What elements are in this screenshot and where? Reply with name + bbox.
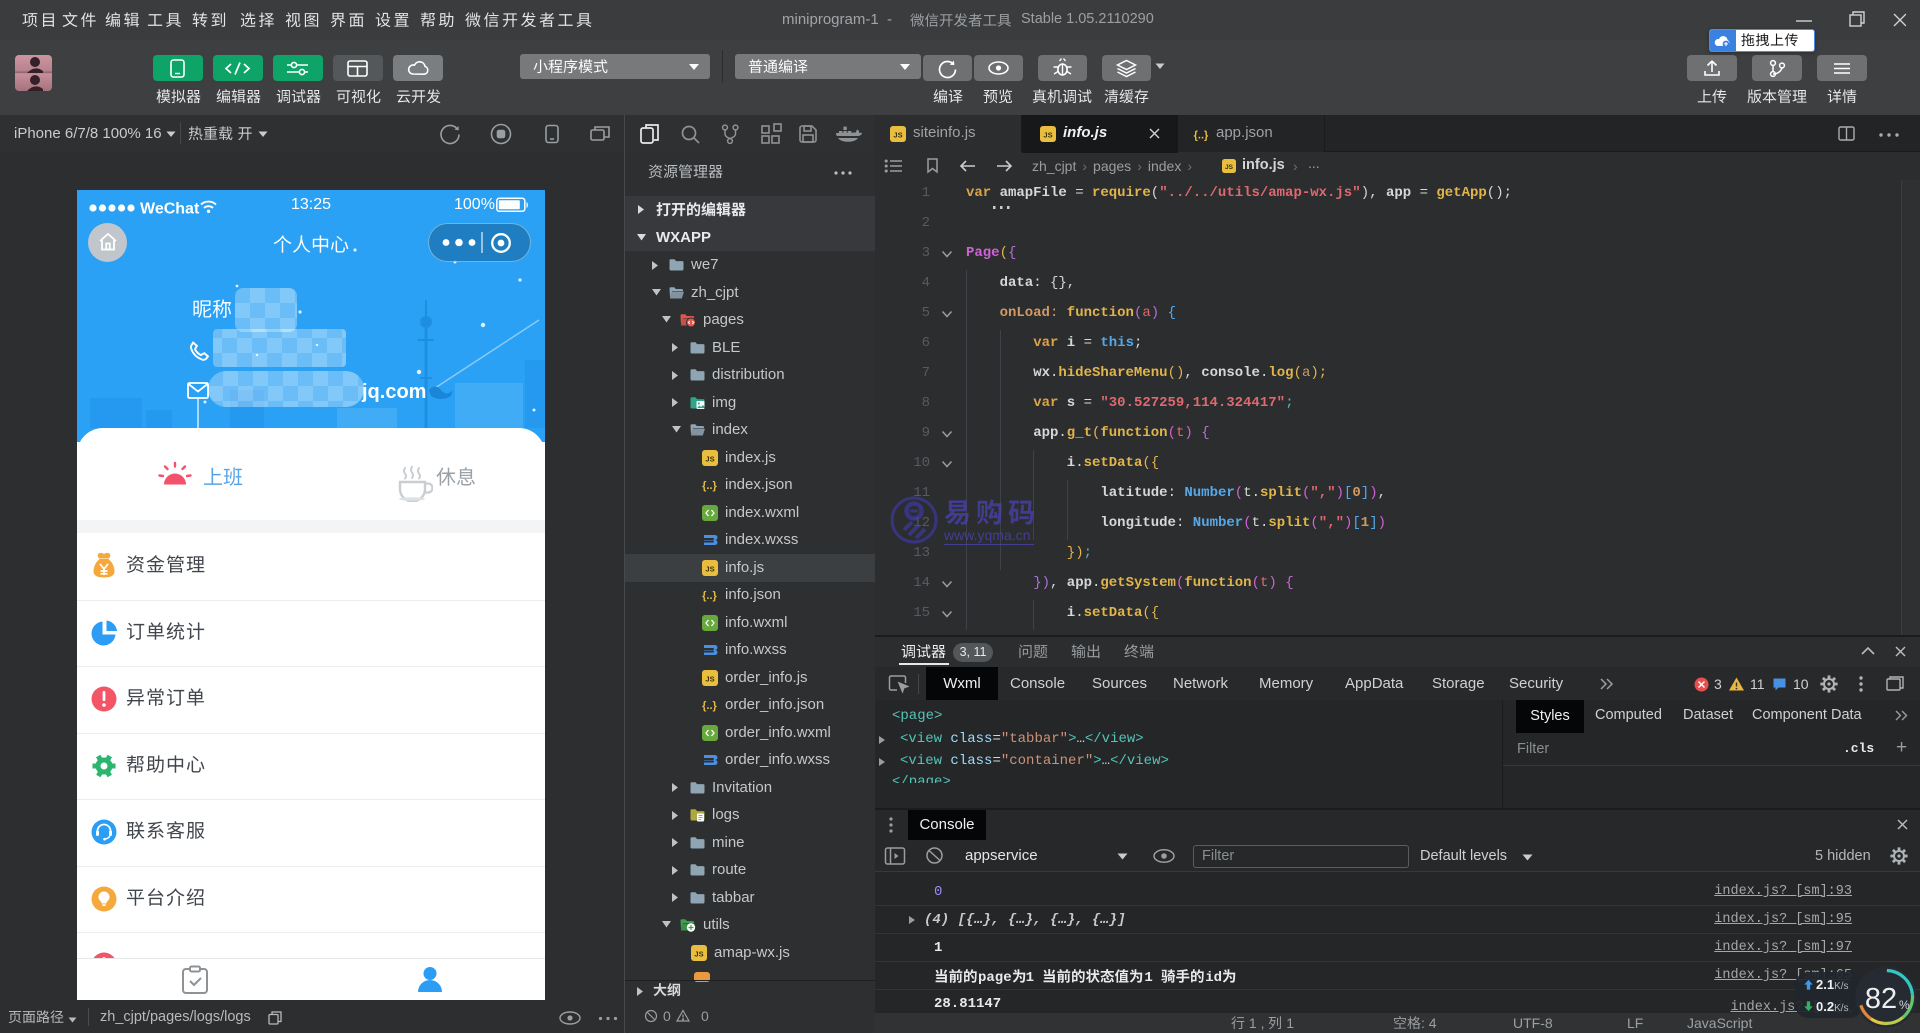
svg-text:{..}: {..} bbox=[1194, 130, 1209, 142]
svg-text:JS: JS bbox=[694, 949, 703, 958]
svg-text:JS: JS bbox=[1043, 131, 1052, 140]
svg-text:JS: JS bbox=[705, 454, 714, 463]
svg-text:JS: JS bbox=[705, 674, 714, 683]
svg-text:JS: JS bbox=[893, 131, 902, 140]
svg-text:JS: JS bbox=[1225, 164, 1234, 171]
svg-text:JS: JS bbox=[705, 564, 714, 573]
svg-text:%: % bbox=[1899, 998, 1910, 1012]
svg-text:{..}: {..} bbox=[702, 480, 717, 492]
svg-text:82: 82 bbox=[1865, 983, 1897, 1015]
svg-text:{..}: {..} bbox=[702, 590, 717, 602]
svg-text:{..}: {..} bbox=[702, 700, 717, 712]
